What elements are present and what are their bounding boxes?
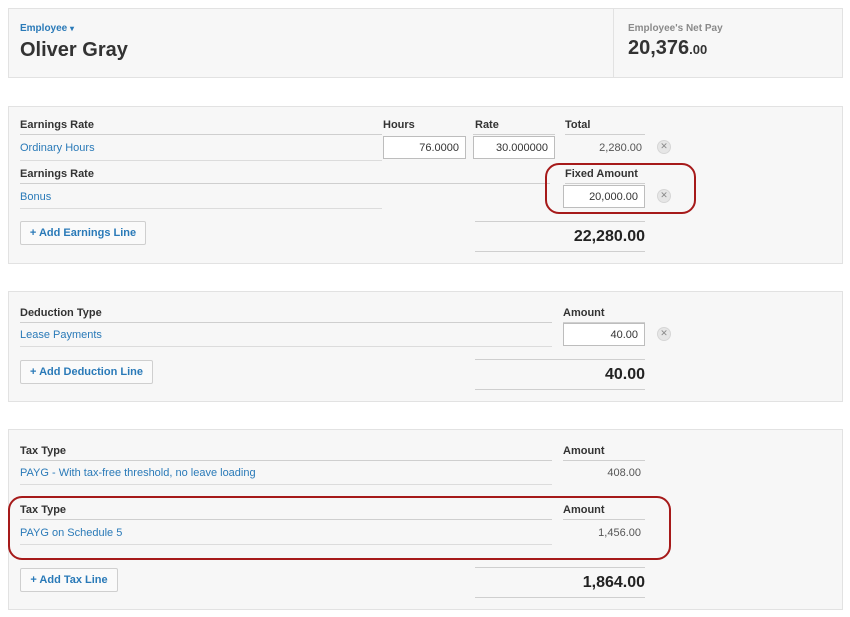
col-earnings-rate: Earnings Rate bbox=[20, 119, 94, 131]
hours-input[interactable]: 76.0000 bbox=[383, 136, 466, 159]
col-tax-type: Tax Type bbox=[20, 445, 67, 457]
tax-total: 1,864.00 bbox=[582, 574, 645, 591]
employee-dropdown[interactable]: Employee ▾ bbox=[20, 23, 74, 34]
total-rule bbox=[475, 389, 645, 390]
divider bbox=[20, 460, 552, 461]
col-deduction-type: Deduction Type bbox=[20, 307, 102, 319]
earnings-row-total: 2,280.00 bbox=[599, 142, 642, 154]
divider bbox=[20, 484, 552, 485]
add-tax-line-button[interactable]: + Add Tax Line bbox=[20, 568, 118, 592]
caret-down-icon: ▾ bbox=[70, 24, 75, 33]
divider bbox=[20, 322, 552, 323]
rate-input[interactable]: 30.000000 bbox=[473, 136, 555, 159]
highlight-payg-schedule-5 bbox=[8, 496, 671, 560]
divider bbox=[565, 134, 645, 135]
net-pay-label: Employee's Net Pay bbox=[628, 23, 723, 34]
earnings-row-bonus[interactable]: Bonus bbox=[20, 191, 51, 203]
total-rule bbox=[475, 567, 645, 568]
divider bbox=[20, 183, 550, 184]
col-total: Total bbox=[565, 119, 591, 131]
total-rule bbox=[475, 597, 645, 598]
deduction-row-lease-payments[interactable]: Lease Payments bbox=[20, 329, 102, 341]
tax-row-payg-threshold[interactable]: PAYG - With tax-free threshold, no leave… bbox=[20, 467, 256, 479]
earnings-total: 22,280.00 bbox=[573, 228, 645, 245]
remove-x-icon[interactable]: ✕ bbox=[657, 327, 671, 341]
net-pay-divider bbox=[613, 9, 614, 77]
col-tax-amount: Amount bbox=[563, 445, 605, 457]
divider bbox=[563, 460, 645, 461]
deduction-amount-input[interactable]: 40.00 bbox=[563, 323, 645, 346]
col-rate: Rate bbox=[475, 119, 499, 131]
divider bbox=[20, 134, 382, 135]
employee-name: Oliver Gray bbox=[20, 39, 128, 61]
add-deduction-line-button[interactable]: + Add Deduction Line bbox=[20, 360, 153, 384]
net-pay-amount: 20,376.00 bbox=[628, 37, 707, 60]
highlight-fixed-amount bbox=[545, 163, 696, 214]
tax-row-amount: 408.00 bbox=[607, 467, 641, 479]
earnings-panel: Earnings Rate Hours Rate Total Ordinary … bbox=[8, 106, 843, 264]
employee-label: Employee bbox=[20, 23, 68, 34]
total-rule bbox=[475, 251, 645, 252]
net-pay-whole: 20,376 bbox=[628, 37, 690, 59]
divider bbox=[20, 160, 382, 161]
total-rule bbox=[475, 359, 645, 360]
divider bbox=[20, 208, 382, 209]
col-hours: Hours bbox=[383, 119, 415, 131]
divider bbox=[473, 134, 555, 135]
deductions-panel: Deduction Type Amount Lease Payments 40.… bbox=[8, 291, 843, 402]
remove-x-icon[interactable]: ✕ bbox=[657, 140, 671, 154]
total-rule bbox=[475, 221, 645, 222]
col-deduction-amount: Amount bbox=[563, 307, 605, 319]
deductions-total: 40.00 bbox=[604, 366, 645, 383]
net-pay-cents: .00 bbox=[689, 42, 708, 57]
employee-header: Employee ▾ Oliver Gray Employee's Net Pa… bbox=[8, 8, 843, 78]
add-earnings-line-button[interactable]: + Add Earnings Line bbox=[20, 221, 146, 245]
col-earnings-rate-2: Earnings Rate bbox=[20, 168, 94, 180]
earnings-row-ordinary-hours[interactable]: Ordinary Hours bbox=[20, 142, 95, 154]
divider bbox=[20, 346, 552, 347]
